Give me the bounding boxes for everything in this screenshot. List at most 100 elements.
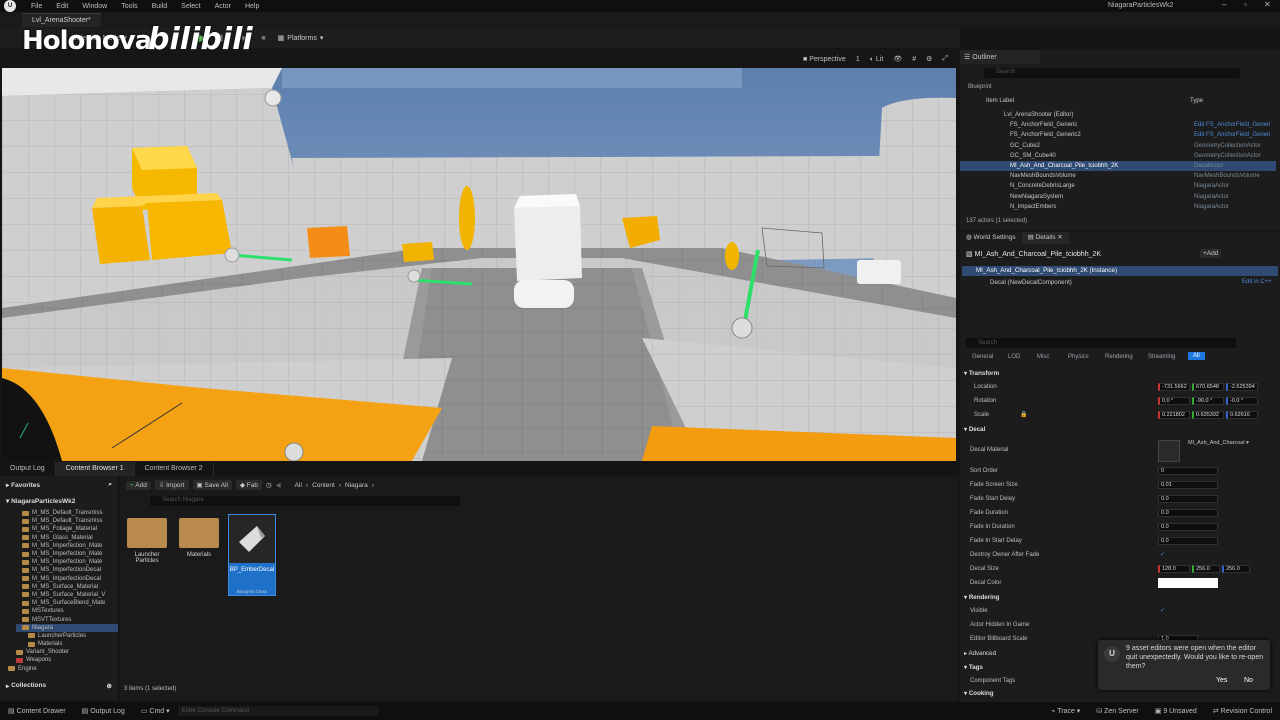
details-search-input[interactable]: Search: [966, 338, 1236, 348]
settings-icon[interactable]: ⚙: [926, 55, 932, 63]
section-transform[interactable]: ▾ Transform: [964, 370, 999, 377]
tree-item[interactable]: Engine: [8, 665, 118, 673]
scale-y-field[interactable]: 0.635392: [1192, 411, 1224, 419]
category-misc[interactable]: Misc: [1037, 354, 1049, 360]
component-instance-row[interactable]: MI_Ash_And_Charcoal_Pile_tciobhh_2K (Ins…: [962, 266, 1278, 276]
menu-build[interactable]: Build: [145, 3, 175, 10]
asset-tile-bp-emberdecal[interactable]: BP_EmberDecal Blueprint Class: [228, 514, 276, 596]
project-header[interactable]: ▾ NiagaraParticlesWk2: [0, 495, 118, 507]
tree-item[interactable]: M_MS_ImperfectionDecal: [22, 566, 118, 574]
destroy-owner-checkbox[interactable]: ✓: [1160, 551, 1165, 558]
asset-tile-launcher-particles[interactable]: Launcher Particles: [124, 518, 170, 564]
category-all[interactable]: All: [1188, 352, 1205, 360]
tree-item[interactable]: M_MS_Surface_Material: [22, 583, 118, 591]
view-count[interactable]: 1: [856, 56, 860, 63]
back-icon[interactable]: ◀: [276, 481, 281, 489]
grid-icon[interactable]: #: [912, 56, 916, 63]
close-icon[interactable]: ✕: [1264, 0, 1271, 9]
row-type[interactable]: Edit FS_AnchorField_Generi: [1194, 122, 1270, 128]
fade-duration-field[interactable]: 0.0: [1158, 509, 1218, 517]
tree-item[interactable]: M_MS_Imperfection_Mate: [22, 558, 118, 566]
fab-button[interactable]: ◆ Fab: [235, 480, 262, 490]
tab-output-log[interactable]: Output Log: [0, 462, 56, 476]
collections-header[interactable]: ▸ Collections ⊕: [6, 682, 112, 690]
tree-item[interactable]: Materials: [22, 640, 118, 648]
category-general[interactable]: General: [972, 354, 993, 360]
tree-item[interactable]: MSVTTextures: [22, 615, 118, 623]
outliner-row[interactable]: NewNiagaraSystem NiagaraActor: [960, 192, 1276, 202]
tree-item[interactable]: Weapons: [16, 656, 118, 664]
outliner-filter[interactable]: Blueprint: [968, 84, 992, 90]
decal-component-row[interactable]: Decal (NewDecalComponent): [990, 279, 1072, 286]
path-niagara[interactable]: Niagara: [345, 482, 368, 489]
add-button[interactable]: + Add: [126, 480, 151, 490]
outliner-row[interactable]: N_ConcreteDebrisLarge NiagaraActor: [960, 181, 1276, 191]
tree-item[interactable]: M_MS_Foliage_Material: [22, 525, 118, 533]
location-y-field[interactable]: 670.6548: [1192, 383, 1224, 391]
history-icon[interactable]: ◷: [266, 481, 272, 489]
tree-item[interactable]: M_MS_SurfaceBlend_Mate: [22, 599, 118, 607]
toast-no-button[interactable]: No: [1244, 677, 1253, 684]
sort-order-field[interactable]: 0: [1158, 467, 1218, 475]
outliner-row[interactable]: Lvl_ArenaShooter (Editor): [960, 110, 1276, 120]
show-flags-icon[interactable]: 👁: [893, 55, 902, 63]
tree-item[interactable]: Variant_Shooter: [16, 648, 118, 656]
unsaved-button[interactable]: ▣ 9 Unsaved: [1147, 707, 1205, 715]
tab-details[interactable]: ▤ Details ✕: [1021, 232, 1069, 244]
tree-item[interactable]: LauncherParticles: [22, 632, 118, 640]
category-physics[interactable]: Physics: [1068, 354, 1089, 360]
menu-help[interactable]: Help: [238, 3, 266, 10]
tab-world-settings[interactable]: ◍ World Settings: [960, 232, 1022, 244]
outliner-row[interactable]: FS_AnchorField_Generic2 Edit FS_AnchorFie…: [960, 130, 1276, 140]
lit-button[interactable]: ◐ Lit: [870, 56, 884, 63]
fade-in-start-delay-field[interactable]: 0.0: [1158, 537, 1218, 545]
rotation-y-field[interactable]: -90.0 °: [1192, 397, 1224, 405]
console-input[interactable]: Enter Console Command: [177, 706, 378, 716]
outliner-row[interactable]: NavMeshBoundsVolume NavMeshBoundsVolume: [960, 171, 1276, 181]
import-button[interactable]: ⇩ Import: [154, 480, 189, 490]
scale-z-field[interactable]: 0.62616: [1226, 411, 1258, 419]
visible-checkbox[interactable]: ✓: [1160, 607, 1165, 614]
tree-item[interactable]: M_MS_Default_Transmiss: [22, 517, 118, 525]
unreal-logo-icon[interactable]: U: [4, 0, 16, 12]
minimize-icon[interactable]: –: [1222, 0, 1226, 9]
material-thumbnail[interactable]: [1158, 440, 1180, 462]
save-all-button[interactable]: ▣ Save All: [192, 480, 232, 490]
outliner-row[interactable]: FS_AnchorField_Generic Edit FS_AnchorFiel…: [960, 120, 1276, 130]
column-item-label[interactable]: Item Label: [986, 98, 1014, 104]
row-type[interactable]: Edit FS_AnchorField_Generi: [1194, 132, 1270, 138]
cmd-button[interactable]: ▭ Cmd ▾: [133, 707, 178, 715]
tree-item[interactable]: MSTextures: [22, 607, 118, 615]
outliner-row[interactable]: GC_SM_Cube40 GeometryCollectionActor: [960, 151, 1276, 161]
decal-size-z-field[interactable]: 256.0: [1222, 565, 1250, 573]
output-log-button[interactable]: ▤ Output Log: [74, 707, 133, 715]
favorites-header[interactable]: ▸ Favorites ⌕: [0, 479, 118, 491]
decal-size-x-field[interactable]: 128.0: [1158, 565, 1190, 573]
path-all[interactable]: All: [295, 482, 302, 489]
menu-edit[interactable]: Edit: [49, 3, 75, 10]
category-streaming[interactable]: Streaming: [1148, 354, 1175, 360]
menu-tools[interactable]: Tools: [114, 3, 144, 10]
level-viewport[interactable]: [2, 68, 956, 461]
section-rendering[interactable]: ▾ Rendering: [964, 594, 999, 601]
fade-screen-size-field[interactable]: 0.01: [1158, 481, 1218, 489]
decal-size-y-field[interactable]: 256.0: [1192, 565, 1220, 573]
menu-file[interactable]: File: [24, 3, 49, 10]
rotation-label[interactable]: Rotation: [974, 398, 996, 404]
menu-actor[interactable]: Actor: [208, 3, 238, 10]
column-type[interactable]: Type: [1190, 98, 1203, 104]
outliner-row[interactable]: N_ImpactEmbers NiagaraActor: [960, 202, 1276, 212]
lock-icon[interactable]: 🔒: [1020, 411, 1027, 418]
tab-content-browser-1[interactable]: Content Browser 1: [55, 462, 135, 476]
category-rendering[interactable]: Rendering: [1105, 354, 1133, 360]
trace-button[interactable]: ⌁ Trace ▾: [1043, 707, 1088, 715]
menu-select[interactable]: Select: [174, 3, 207, 10]
outliner-search-input[interactable]: Search: [984, 68, 1240, 78]
stop-icon[interactable]: ■: [255, 35, 271, 42]
tree-item[interactable]: M_MS_Imperfection_Mate: [22, 550, 118, 558]
tree-item[interactable]: M_MS_Glass_Material: [22, 534, 118, 542]
outliner-tab[interactable]: ☰ Outliner: [960, 50, 1040, 64]
maximize-icon[interactable]: ▫: [1244, 0, 1247, 9]
details-add-button[interactable]: +Add: [1200, 249, 1222, 258]
tree-item[interactable]: M_MS_Imperfection_Mate: [22, 542, 118, 550]
